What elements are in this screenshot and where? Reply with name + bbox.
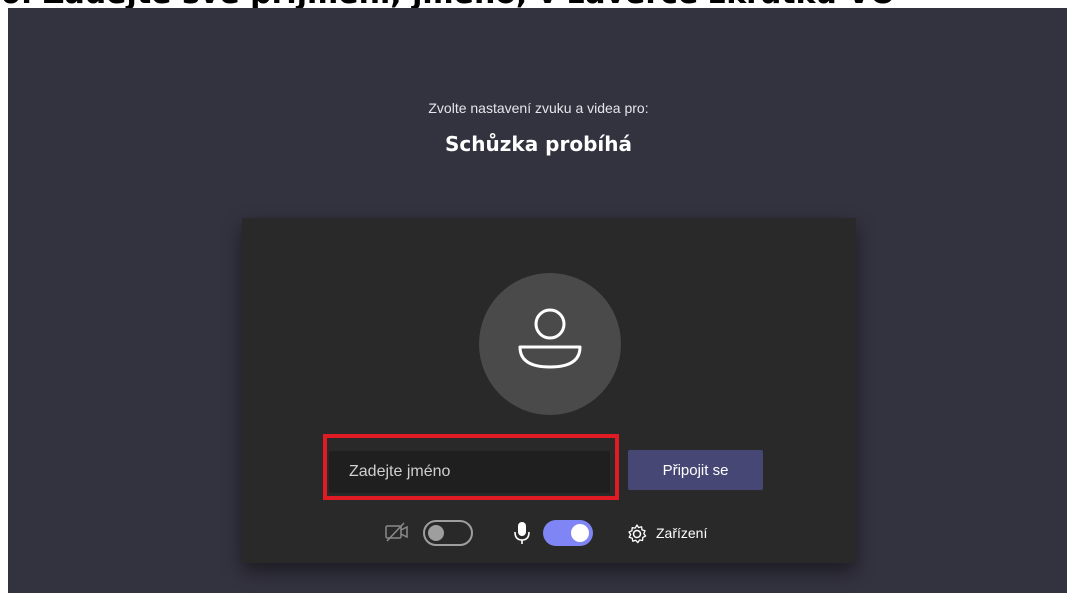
camera-toggle[interactable]	[423, 520, 473, 546]
microphone-toggle[interactable]	[543, 520, 593, 546]
join-button[interactable]: Připojit se	[628, 450, 763, 490]
microphone-icon	[514, 522, 530, 544]
microphone-toggle-knob	[571, 524, 589, 542]
name-input[interactable]	[329, 451, 610, 493]
devices-label[interactable]: Zařízení	[656, 525, 707, 541]
page-heading: 6. Zadejte své příjmení, jméno, v závěrc…	[0, 0, 896, 8]
prejoin-subtitle: Zvolte nastavení zvuku a videa pro:	[428, 100, 649, 116]
teams-prejoin-screen: Zvolte nastavení zvuku a videa pro: Schů…	[8, 8, 1067, 593]
camera-off-icon	[385, 522, 408, 542]
avatar	[479, 273, 621, 415]
gear-icon[interactable]	[626, 523, 648, 545]
meeting-title: Schůzka probíhá	[445, 132, 632, 156]
camera-toggle-knob	[428, 525, 444, 541]
page-heading-strip: 6. Zadejte své příjmení, jméno, v závěrc…	[0, 0, 1075, 8]
device-controls: Zařízení	[242, 518, 856, 548]
person-icon	[518, 308, 582, 369]
prejoin-card: Připojit se Zařízení	[242, 218, 856, 563]
